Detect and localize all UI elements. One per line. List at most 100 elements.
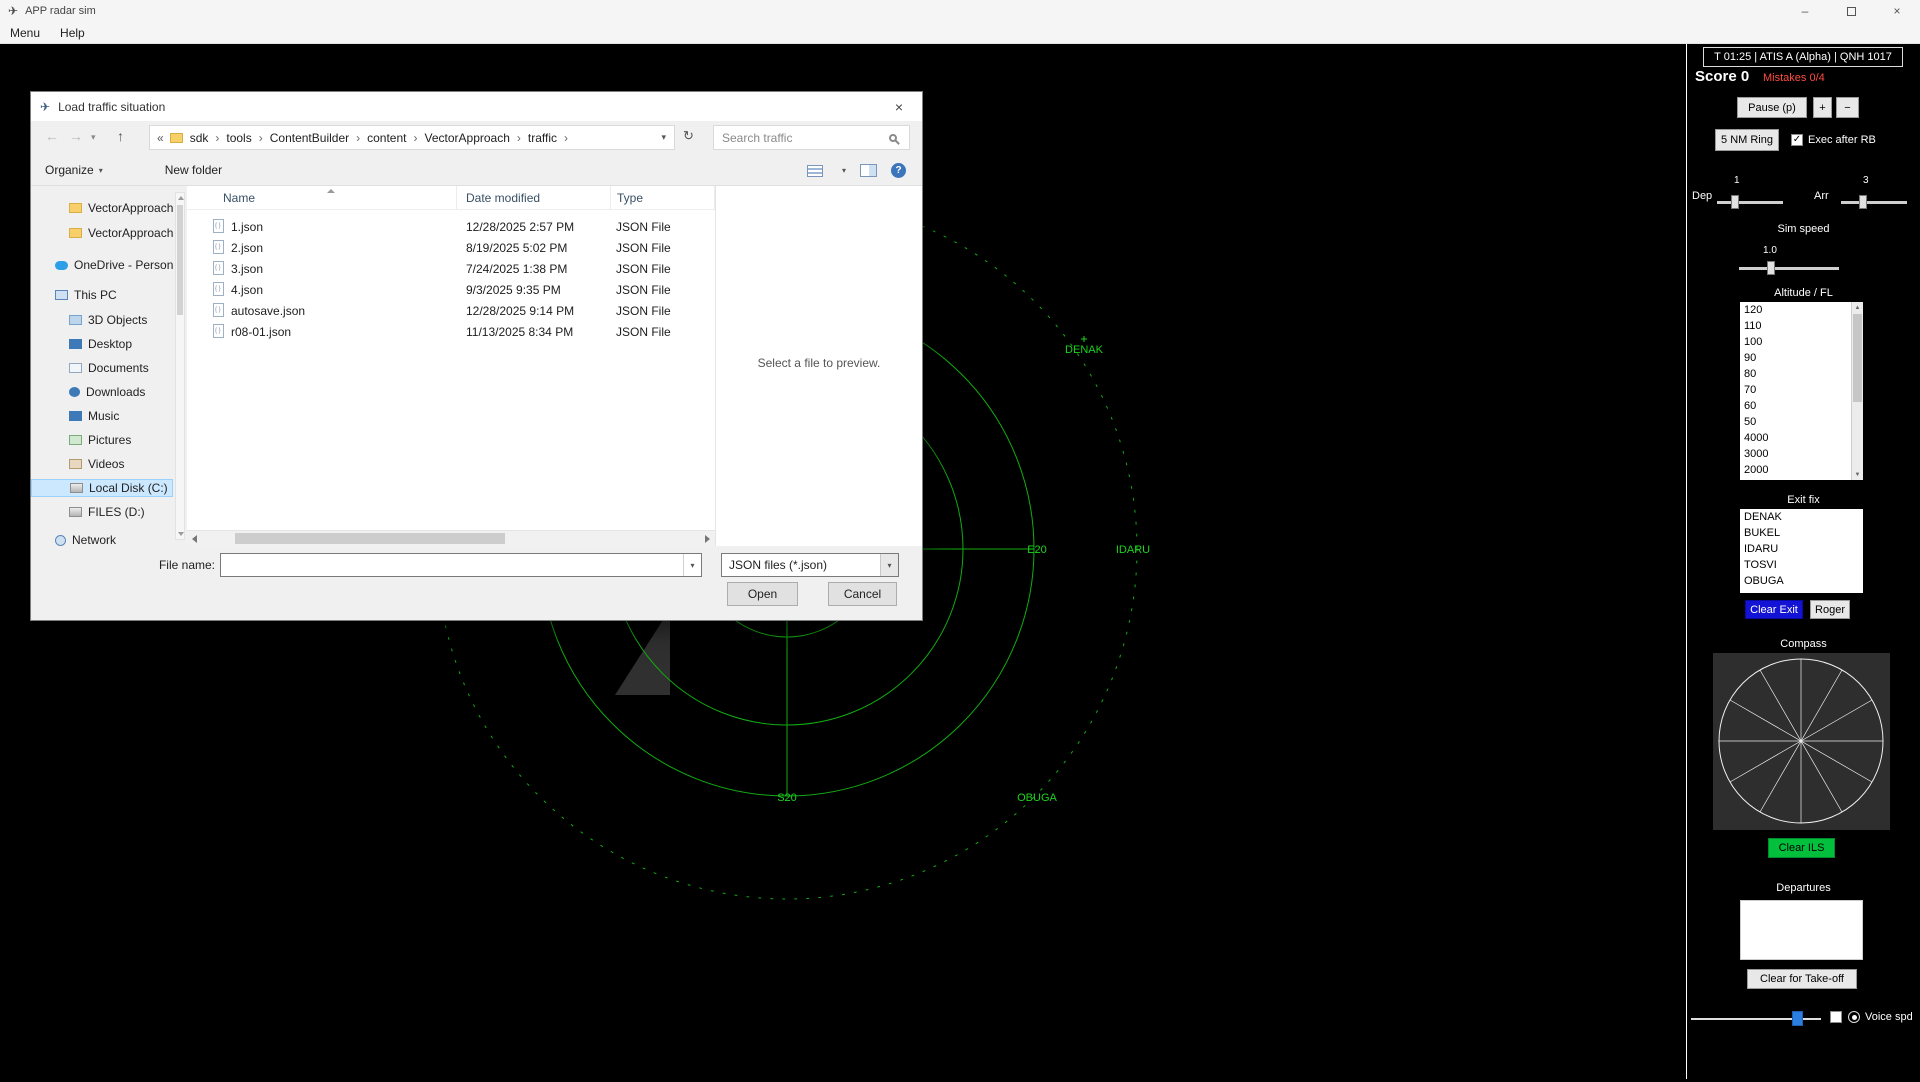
- scroll-right-icon[interactable]: [705, 535, 710, 543]
- views-caret-icon[interactable]: ▾: [842, 166, 846, 175]
- dialog-title-bar[interactable]: ✈ Load traffic situation: [31, 92, 922, 121]
- refresh-icon[interactable]: ↻: [683, 128, 694, 144]
- altitude-option[interactable]: 2000: [1740, 462, 1863, 478]
- file-name[interactable]: 2.json: [231, 237, 263, 258]
- altitude-option[interactable]: 100: [1740, 334, 1863, 350]
- file-row[interactable]: 1.json 12/28/2025 2:57 PM JSON File: [187, 216, 715, 237]
- breadcrumb-segment[interactable]: traffic: [528, 131, 575, 145]
- voice-checkbox[interactable]: [1830, 1011, 1842, 1023]
- open-button[interactable]: Open: [727, 582, 798, 606]
- file-type-select[interactable]: JSON files (*.json) ▾: [721, 553, 899, 577]
- breadcrumb-segment[interactable]: tools: [226, 131, 269, 145]
- arr-slider-thumb[interactable]: [1859, 195, 1867, 209]
- scroll-down-icon[interactable]: [178, 532, 184, 536]
- clear-exit-button[interactable]: Clear Exit: [1745, 600, 1803, 619]
- breadcrumb[interactable]: « sdk tools ContentBuilder content Vecto…: [149, 125, 675, 150]
- help-icon[interactable]: ?: [891, 163, 906, 178]
- column-header-name[interactable]: Name: [187, 186, 457, 210]
- file-name[interactable]: 1.json: [231, 216, 263, 237]
- file-name-field[interactable]: ▾: [220, 553, 702, 577]
- sidebar-item-vectorapproach[interactable]: VectorApproach: [31, 224, 173, 242]
- menu-item-menu[interactable]: Menu: [0, 22, 50, 44]
- sidebar-item-videos[interactable]: Videos: [31, 455, 173, 473]
- sidebar-item-desktop[interactable]: Desktop: [31, 335, 173, 353]
- altitude-option[interactable]: 110: [1740, 318, 1863, 334]
- altitude-option[interactable]: 90: [1740, 350, 1863, 366]
- sidebar-item-network[interactable]: Network: [31, 531, 173, 546]
- up-icon[interactable]: ↑: [117, 128, 124, 144]
- preview-pane-icon[interactable]: [860, 164, 877, 177]
- breadcrumb-segment[interactable]: ContentBuilder: [270, 131, 367, 145]
- file-name[interactable]: 3.json: [231, 258, 263, 279]
- sidebar-item-this-pc[interactable]: This PC: [31, 286, 173, 304]
- menu-item-help[interactable]: Help: [50, 22, 95, 44]
- voice-radio[interactable]: [1848, 1011, 1860, 1023]
- scrollbar-thumb[interactable]: [177, 205, 183, 315]
- sidebar-item-onedrive[interactable]: OneDrive - Person: [31, 256, 173, 274]
- minimize-button[interactable]: –: [1782, 0, 1828, 22]
- pause-button[interactable]: Pause (p): [1737, 97, 1807, 118]
- exit-fix-option[interactable]: BUKEL: [1740, 525, 1863, 541]
- sidebar-item-documents[interactable]: Documents: [31, 359, 173, 377]
- organize-button[interactable]: Organize ▾: [45, 163, 103, 177]
- dialog-close-button[interactable]: ×: [876, 92, 922, 121]
- exit-fix-option[interactable]: DENAK: [1740, 509, 1863, 525]
- search-box[interactable]: [713, 125, 910, 150]
- departures-listbox[interactable]: [1740, 900, 1863, 960]
- breadcrumb-segment[interactable]: VectorApproach: [425, 131, 528, 145]
- altitude-option[interactable]: 70: [1740, 382, 1863, 398]
- speed-minus-button[interactable]: −: [1836, 97, 1859, 118]
- sidebar-item-music[interactable]: Music: [31, 407, 173, 425]
- history-caret-icon[interactable]: ▾: [91, 132, 96, 143]
- file-row[interactable]: 4.json 9/3/2025 9:35 PM JSON File: [187, 279, 715, 300]
- cancel-button[interactable]: Cancel: [828, 582, 897, 606]
- close-button[interactable]: ×: [1874, 0, 1920, 22]
- file-row[interactable]: r08-01.json 11/13/2025 8:34 PM JSON File: [187, 321, 715, 342]
- roger-button[interactable]: Roger: [1810, 600, 1850, 619]
- sidebar-item-local-disk-c[interactable]: Local Disk (C:): [31, 479, 173, 497]
- sidebar-item-files-d[interactable]: FILES (D:): [31, 503, 173, 521]
- search-input[interactable]: [714, 131, 889, 145]
- exec-after-rb-checkbox[interactable]: ✓: [1791, 134, 1803, 146]
- altitude-option[interactable]: 3000: [1740, 446, 1863, 462]
- horizontal-scrollbar[interactable]: [187, 530, 715, 546]
- dep-slider-thumb[interactable]: [1731, 195, 1739, 209]
- clear-for-takeoff-button[interactable]: Clear for Take-off: [1747, 969, 1857, 989]
- file-row[interactable]: autosave.json 12/28/2025 9:14 PM JSON Fi…: [187, 300, 715, 321]
- altitude-option[interactable]: 4000: [1740, 430, 1863, 446]
- altitude-option[interactable]: 80: [1740, 366, 1863, 382]
- compass-rose[interactable]: [1713, 653, 1890, 830]
- maximize-button[interactable]: [1828, 0, 1874, 22]
- change-view-icon[interactable]: [807, 165, 823, 177]
- back-icon[interactable]: ←: [45, 128, 59, 144]
- ring-button[interactable]: 5 NM Ring: [1715, 129, 1779, 151]
- scroll-up-icon[interactable]: ▲: [1852, 302, 1863, 313]
- scroll-left-icon[interactable]: [192, 535, 197, 543]
- scrollbar-thumb[interactable]: [235, 533, 505, 544]
- voice-slider-thumb[interactable]: [1792, 1011, 1803, 1026]
- file-name-caret-icon[interactable]: ▾: [683, 554, 701, 576]
- file-name-input[interactable]: [221, 558, 683, 572]
- column-header-type[interactable]: Type: [611, 186, 715, 210]
- scroll-up-icon[interactable]: [178, 196, 184, 200]
- altitude-scrollbar[interactable]: ▲ ▼: [1851, 302, 1863, 480]
- clear-ils-button[interactable]: Clear ILS: [1768, 838, 1835, 858]
- sim-speed-slider-thumb[interactable]: [1767, 261, 1775, 275]
- new-folder-button[interactable]: New folder: [165, 163, 222, 177]
- scroll-down-icon[interactable]: ▼: [1852, 469, 1863, 480]
- sidebar-item-downloads[interactable]: Downloads: [31, 383, 173, 401]
- forward-icon[interactable]: →: [69, 128, 83, 144]
- altitude-option[interactable]: 120: [1740, 302, 1863, 318]
- exit-fix-option[interactable]: TOSVI: [1740, 557, 1863, 573]
- breadcrumb-segment[interactable]: content: [367, 131, 424, 145]
- exit-fix-option[interactable]: IDARU: [1740, 541, 1863, 557]
- file-row[interactable]: 3.json 7/24/2025 1:38 PM JSON File: [187, 258, 715, 279]
- scrollbar-thumb[interactable]: [1853, 314, 1862, 402]
- file-name[interactable]: 4.json: [231, 279, 263, 300]
- altitude-option[interactable]: 50: [1740, 414, 1863, 430]
- file-name[interactable]: r08-01.json: [231, 321, 291, 342]
- exit-fix-option[interactable]: OBUGA: [1740, 573, 1863, 589]
- file-row[interactable]: 2.json 8/19/2025 5:02 PM JSON File: [187, 237, 715, 258]
- altitude-option[interactable]: 60: [1740, 398, 1863, 414]
- breadcrumb-segment[interactable]: sdk: [190, 131, 227, 145]
